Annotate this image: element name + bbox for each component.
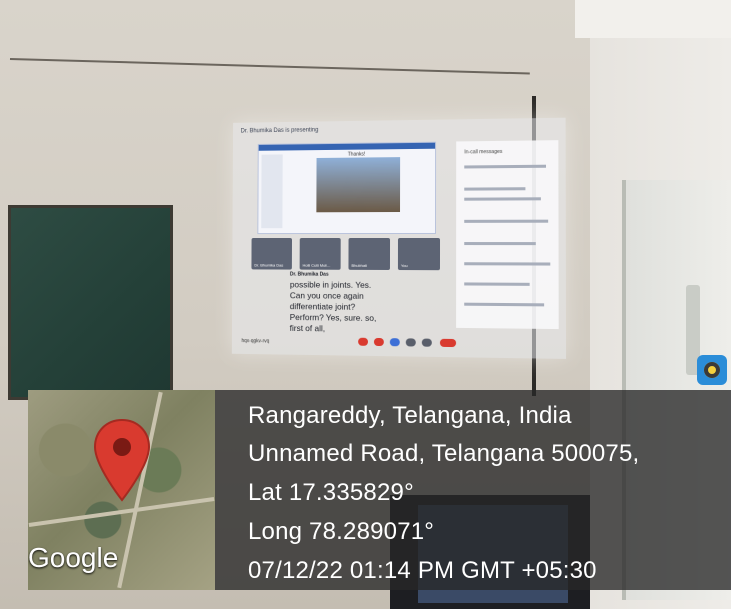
wall-wire <box>9 58 530 75</box>
shared-slide: Thanks! <box>257 141 437 235</box>
participant-tiles: Dr. Bhumika Das Holli Csiti Moli... Bhub… <box>251 238 448 274</box>
map-pin-icon <box>93 418 151 502</box>
live-caption: possible in joints. Yes. Can you once ag… <box>289 279 377 334</box>
caption-speaker: Dr. Bhumika Das <box>289 271 329 278</box>
present-icon <box>405 338 416 347</box>
google-logo: Google <box>28 542 119 573</box>
chalkboard <box>8 205 173 400</box>
camera-icon <box>373 337 384 347</box>
slide-thumbnails <box>261 154 283 229</box>
slide-image <box>316 157 401 213</box>
geo-longitude: Long 78.289071° <box>248 518 435 545</box>
participant-tile: Holli Csiti Moli... <box>299 238 341 270</box>
participant-tile: Bhubhati <box>348 238 391 270</box>
captions-icon <box>389 338 400 347</box>
slide-toolbar <box>258 142 436 151</box>
presenting-label: Dr. Bhumika Das is presenting <box>240 127 319 135</box>
chat-title: In-call messages <box>464 148 503 156</box>
map-thumbnail: Google <box>28 390 215 590</box>
classroom-photo: Dr. Bhumika Das is presenting Thanks! Dr… <box>0 0 731 609</box>
geo-location: Rangareddy, Telangana, India <box>248 402 572 429</box>
ceiling-beam <box>575 0 731 38</box>
more-icon <box>421 338 432 347</box>
meeting-code: hqx-qgkv-rvq <box>241 338 270 345</box>
projected-meeting-screen: Dr. Bhumika Das is presenting Thanks! Dr… <box>231 117 567 359</box>
camera-app-icon <box>697 355 727 385</box>
geo-address: Unnamed Road, Telangana 500075, <box>248 440 640 467</box>
mic-icon <box>358 337 369 346</box>
meeting-controls <box>358 337 478 350</box>
chat-panel: In-call messages <box>456 140 559 330</box>
geo-datetime: 07/12/22 01:14 PM GMT +05:30 <box>248 557 597 584</box>
end-call-icon <box>439 338 457 348</box>
geo-latitude: Lat 17.335829° <box>248 479 414 506</box>
participant-tile: You <box>397 238 441 271</box>
participant-tile: Dr. Bhumika Das <box>251 238 293 270</box>
